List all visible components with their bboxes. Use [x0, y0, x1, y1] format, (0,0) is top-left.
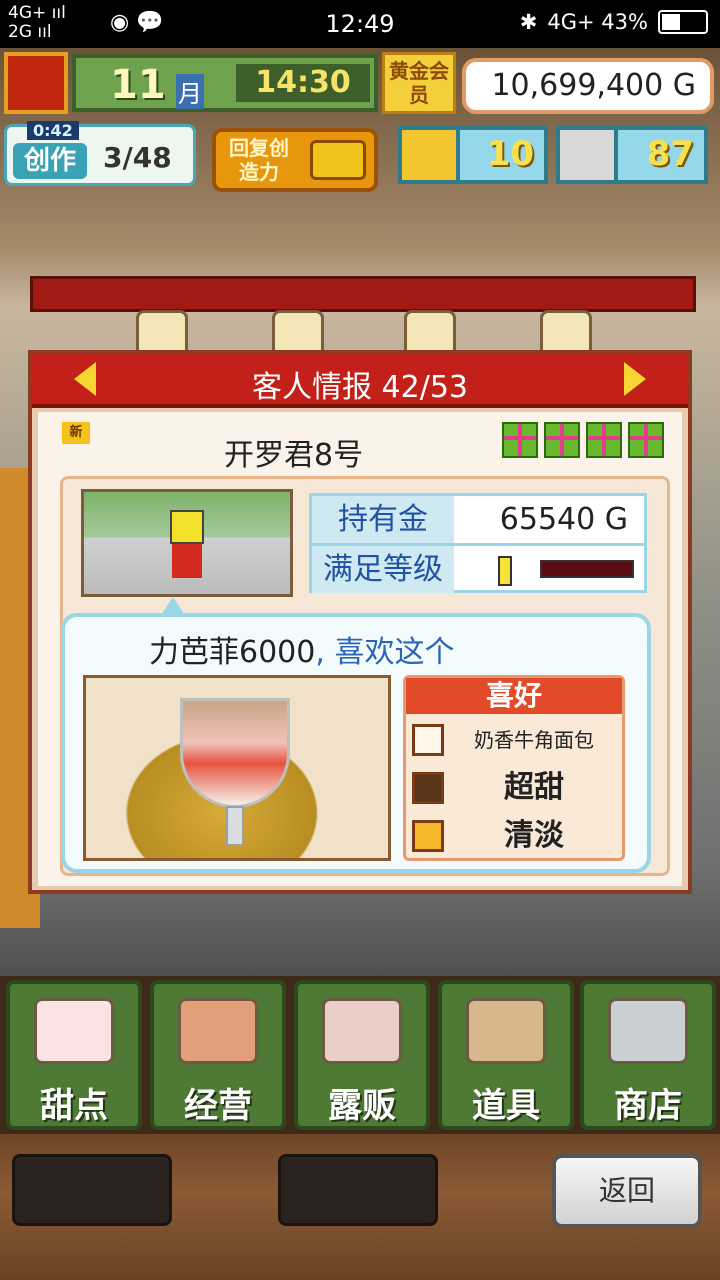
cube-icon	[412, 820, 444, 852]
menu-items[interactable]: 道具	[438, 980, 574, 1130]
cart-icon	[608, 998, 688, 1064]
month-unit: 月	[176, 74, 204, 109]
silver-coin-icon	[560, 130, 618, 180]
coin-counter[interactable]: 87	[556, 126, 708, 184]
recover-creativity-button[interactable]: 回复创造力	[212, 128, 378, 192]
parfait-stem	[226, 806, 244, 846]
gift-icon	[628, 422, 664, 458]
creation-panel[interactable]: 0:42 创作 3/48	[4, 121, 196, 186]
gift-icon	[544, 422, 580, 458]
preference-row: 清淡	[412, 814, 616, 858]
tv-icon	[310, 140, 366, 180]
satisfaction-label: 满足等级	[312, 546, 454, 593]
liked-dessert-name: 力芭菲6000	[149, 635, 316, 670]
preferences-title: 喜好	[406, 678, 622, 714]
gold-member-badge[interactable]: 黄金会员	[382, 52, 456, 114]
preference-text: 超甜	[504, 770, 564, 805]
satisfaction-gauge	[540, 560, 634, 578]
menu-management[interactable]: 经营	[150, 980, 286, 1130]
gift-icon	[586, 422, 622, 458]
menu-stall[interactable]: 露贩	[294, 980, 430, 1130]
customer-detail-panel: 持有金 65540 G 满足等级 力芭菲6000, 喜欢这个 喜好 奶香牛角面包…	[60, 476, 670, 876]
menu-label: 商店	[614, 1086, 682, 1126]
next-arrow-icon[interactable]	[624, 362, 646, 396]
menu-label: 露贩	[328, 1086, 396, 1126]
gear-bag-icon	[466, 998, 546, 1064]
creation-count: 3/48	[103, 141, 172, 174]
creation-timer: 0:42	[27, 121, 79, 140]
money-display: 10,699,400 G	[462, 58, 714, 114]
shop-awning	[30, 276, 696, 312]
coin-count: 87	[646, 134, 694, 174]
gift-list	[502, 422, 664, 458]
satisfaction-marker	[498, 556, 512, 586]
money-value: 65540 G	[499, 502, 628, 537]
preference-text: 清淡	[504, 818, 564, 853]
bottom-bar: 返回	[0, 1134, 720, 1280]
chocolate-icon	[412, 772, 444, 804]
parfait-glass	[180, 698, 290, 808]
customer-name: 开罗君8号	[224, 438, 364, 473]
menu-desserts[interactable]: 甜点	[6, 980, 142, 1130]
gift-icon	[502, 422, 538, 458]
satisfaction-row: 满足等级	[312, 546, 644, 593]
empty-slot	[278, 1154, 438, 1226]
recover-label: 回复创造力	[229, 136, 289, 184]
empty-slot	[12, 1154, 172, 1226]
menu-label: 经营	[184, 1086, 252, 1126]
speech-separator: ,	[315, 635, 325, 670]
back-button[interactable]: 返回	[552, 1154, 702, 1228]
truck-icon	[322, 998, 402, 1064]
new-badge: 新	[62, 422, 90, 444]
liked-phrase: 喜欢这个	[334, 635, 455, 670]
parfait-image	[83, 675, 391, 861]
preference-row: 超甜	[412, 766, 616, 810]
dialog-body: 新 开罗君8号 持有金 65540 G 满足等级 力芭菲6000, 喜欢这个 喜…	[38, 412, 682, 886]
customer-stats: 持有金 65540 G 满足等级	[309, 493, 647, 593]
preference-text: 奶香牛角面包	[474, 728, 594, 752]
customer-info-dialog: 客人情报 42/53 新 开罗君8号 持有金 65540 G 满足等级 力芭菲6…	[28, 350, 692, 894]
gold-bar-count: 10	[486, 134, 534, 174]
gold-bar-icon	[402, 130, 460, 180]
money-row: 持有金 65540 G	[312, 496, 644, 546]
dialog-title: 客人情报 42/53	[252, 370, 468, 405]
gold-bar-counter[interactable]: 10	[398, 126, 548, 184]
speech-bubble: 力芭菲6000, 喜欢这个 喜好 奶香牛角面包 超甜 清淡	[61, 613, 651, 873]
creation-label: 创作	[13, 143, 87, 179]
main-menu: 甜点 经营 露贩 道具 商店	[0, 976, 720, 1134]
customer-portrait	[81, 489, 293, 597]
month-number: 11	[110, 62, 166, 108]
robot-customer-icon	[170, 510, 204, 582]
money-label: 持有金	[312, 496, 454, 543]
date-panel: 11 月 14:30	[72, 54, 378, 112]
bluetooth-icon: ✱	[519, 10, 538, 34]
battery-text: 4G+ 43%	[547, 10, 648, 34]
shop-icon	[178, 998, 258, 1064]
preferences-panel: 喜好 奶香牛角面包 超甜 清淡	[403, 675, 625, 861]
status-right: ✱ 4G+ 43%	[520, 10, 708, 34]
battery-icon	[658, 10, 708, 34]
maple-leaf-icon[interactable]	[4, 52, 68, 114]
game-clock: 14:30	[236, 64, 370, 102]
status-bar: 4G+ ııl 2G ııl ◉ 💬 12:49 ✱ 4G+ 43%	[0, 0, 720, 48]
menu-label: 甜点	[40, 1086, 108, 1126]
menu-label: 道具	[472, 1086, 540, 1126]
cake-icon	[34, 998, 114, 1064]
croissant-icon	[412, 724, 444, 756]
preference-row: 奶香牛角面包	[412, 718, 616, 762]
menu-store[interactable]: 商店	[580, 980, 716, 1130]
dialog-header: 客人情报 42/53	[32, 354, 688, 408]
speech-text: 力芭菲6000, 喜欢这个	[149, 627, 454, 671]
